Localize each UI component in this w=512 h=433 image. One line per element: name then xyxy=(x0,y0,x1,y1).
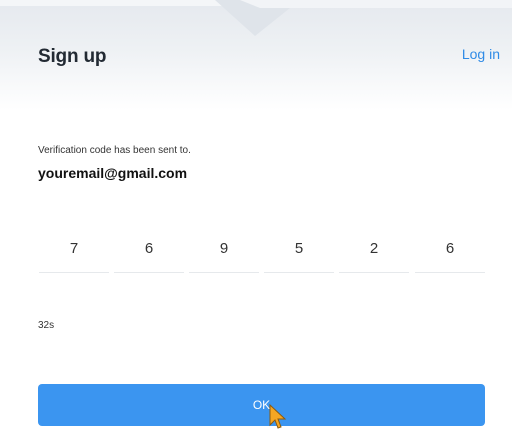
code-digit-4[interactable]: 5 xyxy=(264,240,334,273)
verification-code-input[interactable]: 7 6 9 5 2 6 xyxy=(39,240,485,274)
code-digit-3[interactable]: 9 xyxy=(189,240,259,273)
page-title: Sign up xyxy=(38,46,107,67)
code-digit-6[interactable]: 6 xyxy=(415,240,485,273)
login-link[interactable]: Log in xyxy=(462,46,500,62)
ok-button[interactable]: OK xyxy=(38,384,485,426)
email-address: youremail@gmail.com xyxy=(38,165,188,181)
verification-message: Verification code has been sent to. xyxy=(38,145,191,156)
mouse-pointer-icon xyxy=(269,404,287,429)
header: Sign up Log in xyxy=(0,0,512,110)
code-digit-2[interactable]: 6 xyxy=(114,240,184,273)
code-digit-5[interactable]: 2 xyxy=(339,240,409,273)
resend-timer: 32s xyxy=(38,320,55,331)
code-digit-1[interactable]: 7 xyxy=(39,240,109,273)
